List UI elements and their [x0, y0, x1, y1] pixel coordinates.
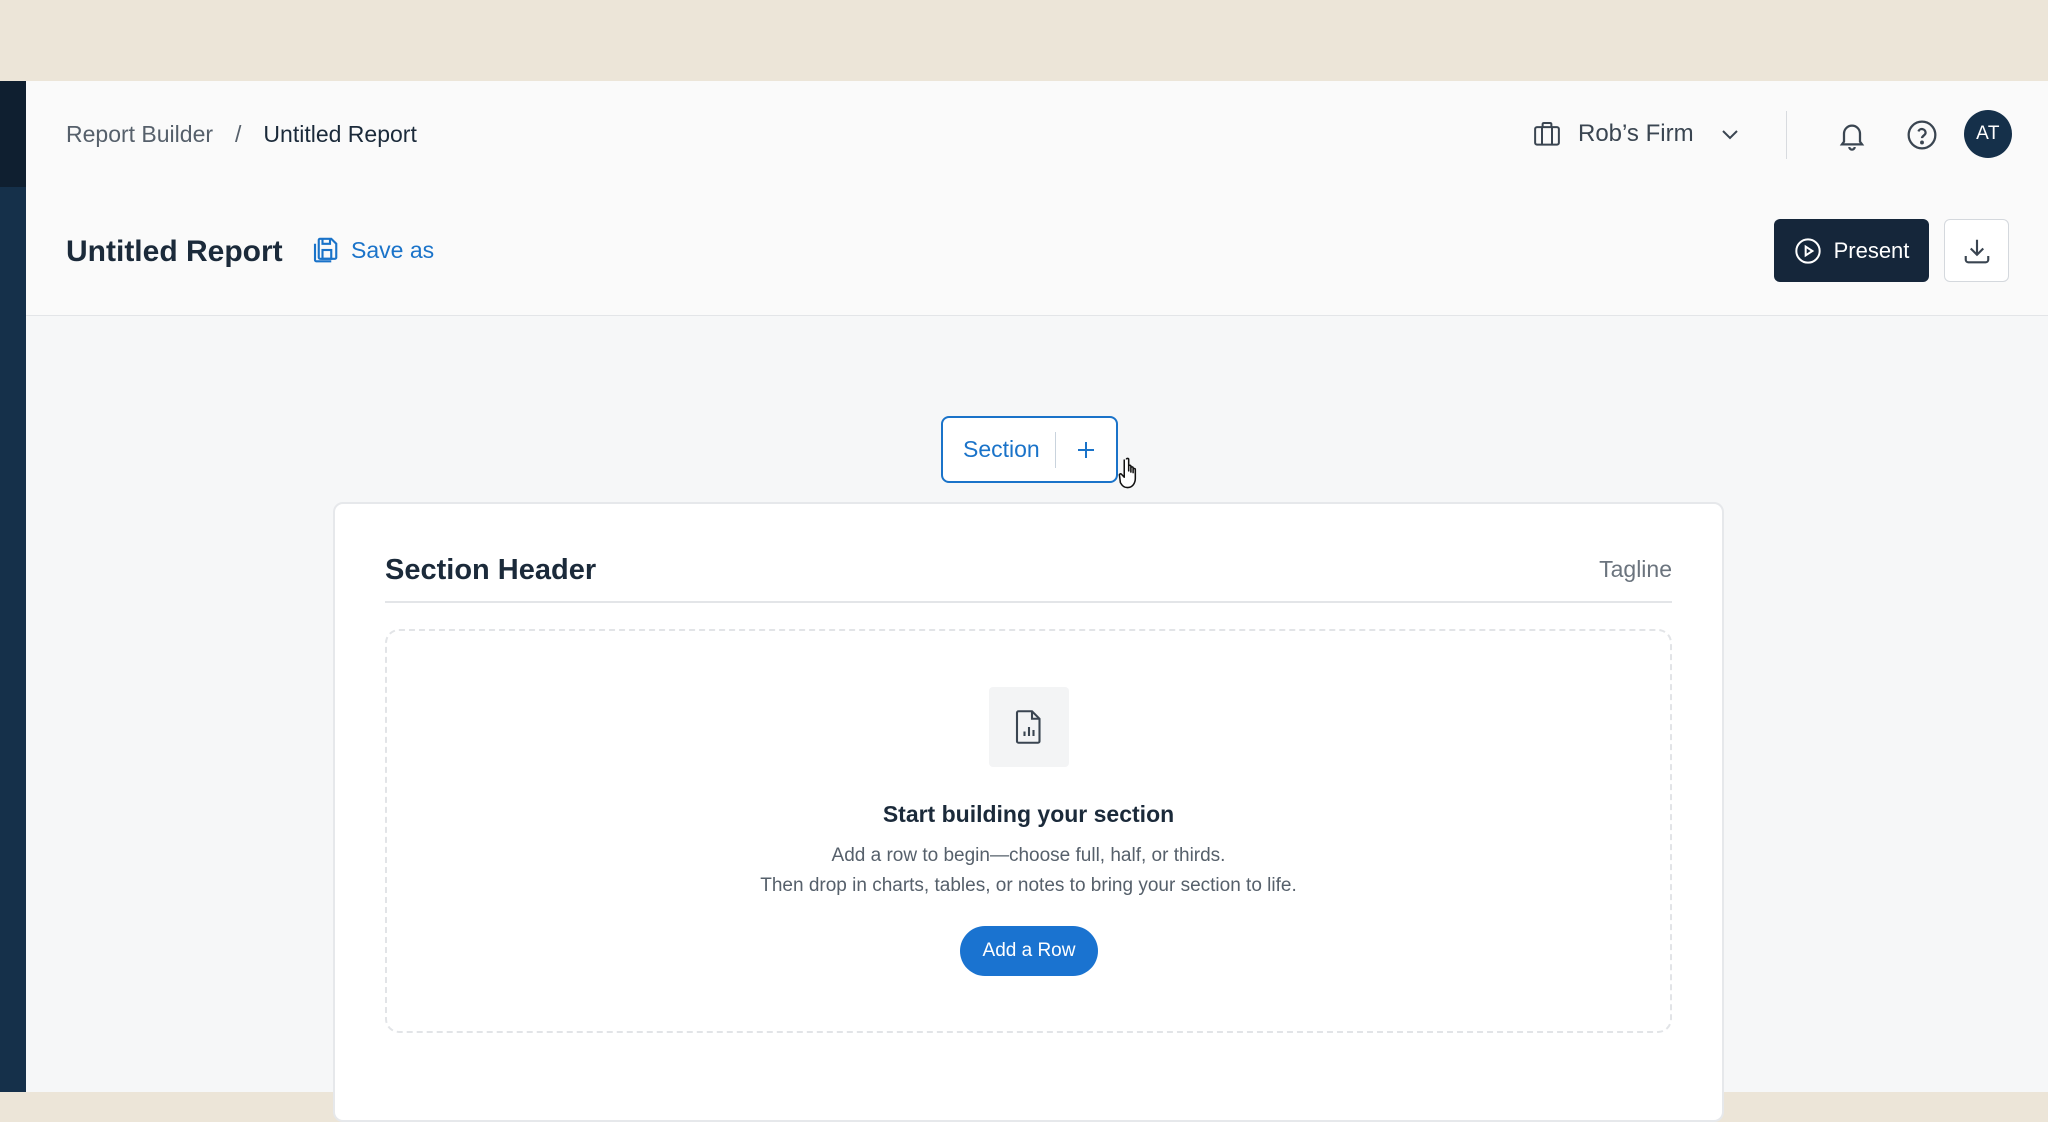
add-section-control: Section	[941, 416, 1118, 483]
add-section-button[interactable]	[1056, 418, 1116, 481]
firm-switcher[interactable]: Rob’s Firm	[1532, 115, 1742, 153]
section-header-divider	[385, 601, 1672, 603]
section-header[interactable]: Section Header	[385, 554, 596, 587]
breadcrumb-report-builder-link[interactable]: Report Builder	[66, 119, 213, 149]
download-button[interactable]	[1944, 219, 2009, 282]
section-card: Section Header Tagline Start building yo…	[333, 502, 1724, 1122]
download-icon	[1964, 239, 1989, 263]
empty-state-title: Start building your section	[882, 801, 1175, 827]
section-drop-zone: Start building your section Add a row to…	[385, 629, 1672, 1033]
empty-state-line-1: Add a row to begin—choose full, half, or…	[831, 845, 1226, 866]
empty-state-icon-box	[989, 687, 1069, 767]
save-as-label: Save as	[351, 236, 435, 263]
empty-state-description: Add a row to begin—choose full, half, or…	[387, 841, 1670, 901]
report-canvas: Section Section Header Tagline Start bui…	[26, 316, 2048, 1122]
app-window: Report Builder / Untitled Report Rob’s F…	[26, 81, 2048, 1122]
breadcrumb-current: Untitled Report	[263, 121, 417, 147]
hand-cursor-icon	[1118, 457, 1137, 489]
present-label: Present	[1833, 237, 1910, 263]
breadcrumb-separator: /	[235, 121, 242, 147]
plus-icon	[1078, 441, 1095, 458]
breadcrumb: Report Builder / Untitled Report	[66, 119, 417, 149]
save-as-button[interactable]: Save as	[310, 235, 434, 265]
top-navigation-bar: Report Builder / Untitled Report Rob’s F…	[26, 81, 2048, 187]
section-button[interactable]: Section	[943, 436, 1055, 463]
save-icon	[313, 237, 338, 263]
briefcase-icon	[1534, 122, 1560, 146]
chevron-down-icon	[1721, 130, 1738, 140]
present-button[interactable]: Present	[1774, 219, 1929, 282]
sidebar-strip-cap	[0, 81, 26, 187]
report-title-bar: Untitled Report Save as Present	[26, 187, 2048, 316]
avatar[interactable]: AT	[1964, 110, 2012, 158]
sidebar-strip	[0, 81, 26, 1092]
report-chart-icon	[1015, 710, 1041, 744]
add-row-button[interactable]: Add a Row	[960, 926, 1098, 976]
play-icon	[1794, 237, 1821, 264]
page-title: Untitled Report	[66, 235, 283, 268]
help-icon[interactable]	[1906, 119, 1938, 151]
firm-name: Rob’s Firm	[1578, 120, 1694, 147]
header-divider	[1786, 111, 1787, 159]
bell-icon[interactable]	[1836, 119, 1868, 151]
empty-state-line-2: Then drop in charts, tables, or notes to…	[760, 875, 1297, 896]
top-background-band	[0, 0, 2048, 81]
section-tagline[interactable]: Tagline	[1599, 556, 1672, 583]
